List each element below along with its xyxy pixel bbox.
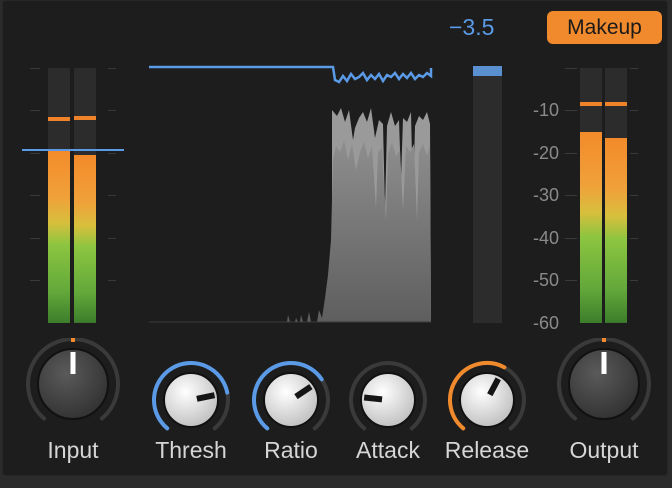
scale-label-10: -10 [532, 100, 559, 120]
knob-output[interactable]: Output [544, 336, 664, 468]
output-meter-right-channel [605, 68, 627, 323]
threshold-line[interactable] [22, 148, 124, 151]
input-meter-left-channel [48, 68, 70, 323]
input-left-peak-marker [48, 117, 70, 121]
output-meter [578, 64, 648, 324]
knob-input[interactable]: Input [13, 336, 133, 468]
knob-release[interactable]: Release [427, 338, 547, 468]
gain-reduction-fill [473, 66, 502, 77]
output-scale: -10 -20 -30 -40 -50 -60 [507, 64, 587, 334]
attack-knob-indicator [363, 394, 383, 403]
gain-reduction-readout: −3.5 [449, 14, 495, 40]
scale-label-40: -40 [532, 228, 559, 248]
makeup-button-label: Makeup [567, 15, 642, 39]
input-meter [22, 64, 124, 324]
knob-output-label: Output [569, 437, 639, 463]
knob-input-label: Input [47, 437, 99, 463]
waveform [149, 108, 431, 323]
knob-release-label: Release [444, 437, 530, 463]
input-knob-center-mark [71, 336, 75, 342]
gain-reduction-meter [473, 66, 502, 323]
gain-reduction-trace [149, 65, 433, 84]
output-knob-center-mark [602, 336, 606, 342]
scale-label-50: -50 [532, 270, 559, 290]
input-meter-right-channel [74, 68, 96, 323]
knob-output-dial[interactable] [544, 336, 664, 438]
output-meter-left-channel [580, 68, 602, 323]
knob-release-dial[interactable] [427, 338, 547, 438]
ratio-knob-body[interactable] [263, 372, 319, 428]
compressor-panel: −3.5 Makeup -10 -20 -30 -40 -50 -60 Inpu… [2, 0, 668, 476]
release-knob-body[interactable] [459, 372, 515, 428]
makeup-button[interactable]: Makeup [547, 11, 662, 44]
output-right-peak-marker [605, 102, 627, 107]
waveform-display [149, 65, 433, 323]
scale-label-60: -60 [532, 313, 559, 333]
output-left-peak-marker [580, 102, 602, 107]
input-right-peak-marker [74, 116, 96, 121]
scale-label-20: -20 [532, 143, 559, 163]
thresh-knob-indicator [196, 392, 216, 402]
scale-label-30: -30 [532, 185, 559, 205]
knob-input-dial[interactable] [13, 336, 133, 438]
thresh-knob-body[interactable] [163, 372, 219, 428]
